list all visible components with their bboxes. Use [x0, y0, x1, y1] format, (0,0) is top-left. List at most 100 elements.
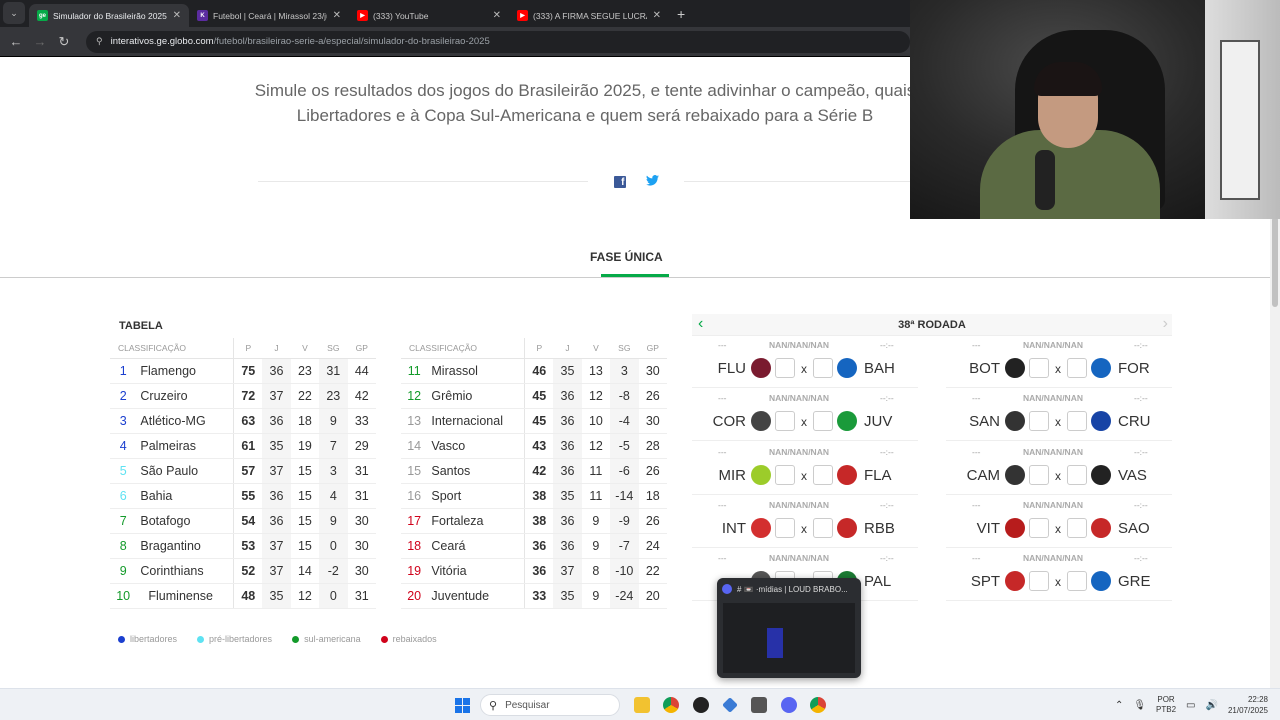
team-position: 8 [110, 533, 137, 559]
team-position: 18 [401, 533, 428, 559]
away-score-input[interactable] [1067, 358, 1087, 378]
app-icon[interactable] [751, 697, 767, 713]
away-score-input[interactable] [813, 358, 833, 378]
window-frame [1220, 40, 1260, 200]
browser-tab[interactable]: K Futebol | Ceará | Mirassol 23/jul ✕ [189, 4, 349, 27]
tab-fase-unica[interactable]: FASE ÚNICA [590, 250, 663, 264]
table-row: 17 Fortaleza 38 36 9 -9 26 [401, 508, 667, 534]
away-score-input[interactable] [1067, 517, 1087, 538]
close-tab-icon[interactable]: ✕ [173, 10, 181, 21]
wins: 15 [290, 458, 320, 484]
back-icon[interactable]: ← [4, 34, 28, 49]
legend-label: rebaixados [392, 634, 437, 644]
away-team-abbr: FOR [1118, 360, 1150, 377]
versus-label: x [1055, 362, 1061, 376]
table-row: 11 Mirassol 46 35 13 3 30 [401, 358, 667, 384]
close-tab-icon[interactable]: ✕ [493, 10, 501, 21]
share-bar: f [588, 174, 684, 190]
twitter-icon[interactable] [645, 175, 659, 189]
match-time: --:-- [880, 553, 894, 564]
table-row: 6 Bahia 55 36 15 4 31 [110, 483, 376, 509]
home-score-input[interactable] [775, 464, 795, 485]
team-name: São Paulo [136, 458, 234, 484]
browser-tab[interactable]: ▶ (333) YouTube ✕ [349, 4, 509, 27]
url-path: /futebol/brasileirao-serie-a/especial/si… [213, 36, 490, 47]
home-team-abbr: FLU [717, 360, 746, 377]
away-score-input[interactable] [1067, 411, 1087, 432]
home-score-input[interactable] [775, 358, 795, 378]
team-position: 11 [401, 358, 428, 384]
close-tab-icon[interactable]: ✕ [653, 10, 661, 21]
taskbar-search[interactable]: ⚲ Pesquisar [480, 694, 620, 716]
discord-preview[interactable]: # 📼 ·mídias | LOUD BRABO... [717, 578, 861, 678]
home-team-crest-icon [751, 411, 771, 432]
clock[interactable]: 22:28 21/07/2025 [1228, 694, 1268, 716]
site-info-icon[interactable]: ⚲ [96, 36, 103, 47]
home-team-crest-icon [1005, 571, 1025, 592]
display-icon[interactable]: ▭ [1186, 700, 1195, 711]
goals-for: 31 [347, 583, 376, 609]
wins: 15 [290, 508, 320, 534]
away-score-input[interactable] [813, 411, 833, 432]
goals-for: 26 [638, 383, 667, 409]
browser-tab[interactable]: ▶ (333) A FIRMA SEGUE LUCRANDO ✕ [509, 4, 669, 27]
away-score-input[interactable] [813, 464, 833, 485]
next-round-icon[interactable]: › [1163, 315, 1168, 333]
away-score-input[interactable] [1067, 464, 1087, 485]
match-venue: --- [718, 446, 727, 457]
chrome-icon[interactable] [810, 697, 826, 713]
home-score-input[interactable] [775, 411, 795, 432]
goal-difference: 31 [319, 358, 348, 384]
home-score-input[interactable] [1029, 411, 1049, 432]
facebook-icon[interactable]: f [613, 176, 626, 188]
goal-difference: 7 [319, 433, 348, 459]
new-tab-icon[interactable]: + [677, 6, 685, 22]
chrome-icon[interactable] [663, 697, 679, 713]
close-tab-icon[interactable]: ✕ [333, 10, 341, 21]
reload-icon[interactable]: ↻ [52, 34, 76, 50]
home-score-input[interactable] [775, 517, 795, 538]
forward-icon[interactable]: → [28, 34, 52, 49]
discord-icon[interactable] [781, 697, 797, 713]
home-team-abbr: BOT [969, 360, 1000, 377]
wins: 15 [290, 533, 320, 559]
away-score-input[interactable] [1067, 571, 1087, 592]
away-team-abbr: VAS [1118, 466, 1147, 484]
legend-label: pré-libertadores [209, 634, 273, 644]
time: 22:28 [1247, 695, 1268, 704]
column-header: V [581, 338, 611, 359]
team-points: 61 [233, 433, 263, 459]
team-points: 43 [524, 433, 554, 459]
language-indicator[interactable]: POR PTB2 [1156, 695, 1176, 715]
taskbar: ⚲ Pesquisar ⌃ 🎙 POR PTB2 ▭ 🔊 22:28 21/07… [0, 688, 1280, 720]
match-row: COR x JUV [692, 409, 918, 433]
home-score-input[interactable] [1029, 464, 1049, 485]
volume-icon[interactable]: 🔊 [1206, 700, 1218, 711]
home-score-input[interactable] [1029, 571, 1049, 592]
home-score-input[interactable] [1029, 358, 1049, 378]
table-row: 19 Vitória 36 37 8 -10 22 [401, 558, 667, 584]
team-points: 72 [233, 383, 263, 409]
home-score-input[interactable] [1029, 517, 1049, 538]
wins: 12 [581, 383, 611, 409]
table-row: 4 Palmeiras 61 35 19 7 29 [110, 433, 376, 459]
chevron-up-icon[interactable]: ⌃ [1115, 700, 1123, 711]
match-divider [946, 387, 1172, 388]
match-card: --- NAN/NAN/NAN --:-- INT x RBB [692, 497, 918, 547]
games-played: 37 [262, 383, 291, 409]
away-team-crest-icon [1091, 464, 1111, 485]
app-icon[interactable] [722, 697, 738, 713]
microphone-icon[interactable]: 🎙 [1133, 700, 1146, 711]
scroll-thumb[interactable] [1272, 217, 1278, 307]
away-score-input[interactable] [813, 517, 833, 538]
match-date: NAN/NAN/NAN [769, 553, 829, 564]
windows-start-icon[interactable] [455, 698, 470, 713]
app-icon[interactable] [693, 697, 709, 713]
tab-search-icon[interactable]: ⌄ [3, 2, 25, 24]
browser-tab[interactable]: ge Simulador do Brasileirão 2025 | ✕ [29, 4, 189, 27]
address-bar[interactable]: ⚲ interativos.ge.globo.com/futebol/brasi… [86, 30, 910, 53]
file-explorer-icon[interactable] [634, 697, 650, 713]
team-position: 4 [110, 433, 137, 459]
legend: libertadores pré-libertadores sul-american… [118, 634, 437, 644]
goal-difference: 4 [319, 483, 348, 509]
